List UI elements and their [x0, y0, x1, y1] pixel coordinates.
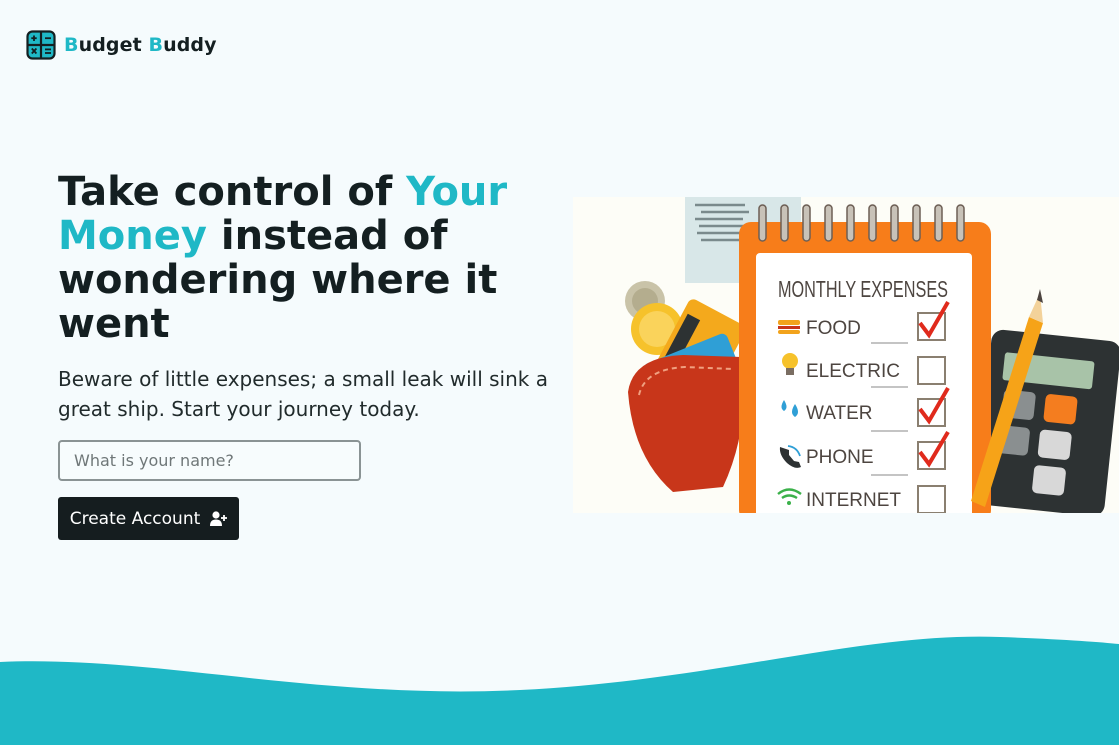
expense-label-internet: INTERNET [806, 490, 901, 511]
bottom-wave [0, 636, 1119, 745]
calculator-icon [26, 30, 56, 60]
monthly-expenses-illustration: MONTHLY EXPENSES FOOD ELECTRIC WATER PHO… [573, 197, 1119, 513]
brand-logo[interactable]: Budget Buddy [26, 30, 217, 60]
hero-title: Take control of Your Money instead of wo… [58, 170, 538, 346]
name-input[interactable] [58, 440, 361, 481]
brand-initial-1: B [64, 34, 79, 56]
landing-page: Budget Buddy Take control of Your Money … [0, 0, 1119, 745]
expense-label-food: FOOD [806, 318, 861, 339]
expense-label-phone: PHONE [806, 447, 874, 468]
brand-initial-2: B [148, 34, 164, 56]
create-account-label: Create Account [69, 508, 201, 529]
calculator-illustration [975, 329, 1119, 513]
create-account-button[interactable]: Create Account [58, 497, 239, 540]
expense-label-electric: ELECTRIC [806, 361, 900, 382]
brand-word-1-rest: udget [78, 34, 149, 56]
hero-subtitle: Beware of little expenses; a small leak … [58, 367, 548, 421]
expenses-illustration-svg: MONTHLY EXPENSES FOOD ELECTRIC WATER PHO… [625, 197, 1119, 513]
burger-icon [778, 320, 800, 334]
notepad-heading: MONTHLY EXPENSES [778, 276, 948, 302]
brand-word-2-rest: uddy [163, 34, 217, 56]
expense-label-water: WATER [806, 403, 873, 424]
hero-title-part1: Take control of [58, 169, 407, 215]
user-plus-icon [210, 511, 228, 526]
brand-name: Budget Buddy [64, 34, 217, 56]
